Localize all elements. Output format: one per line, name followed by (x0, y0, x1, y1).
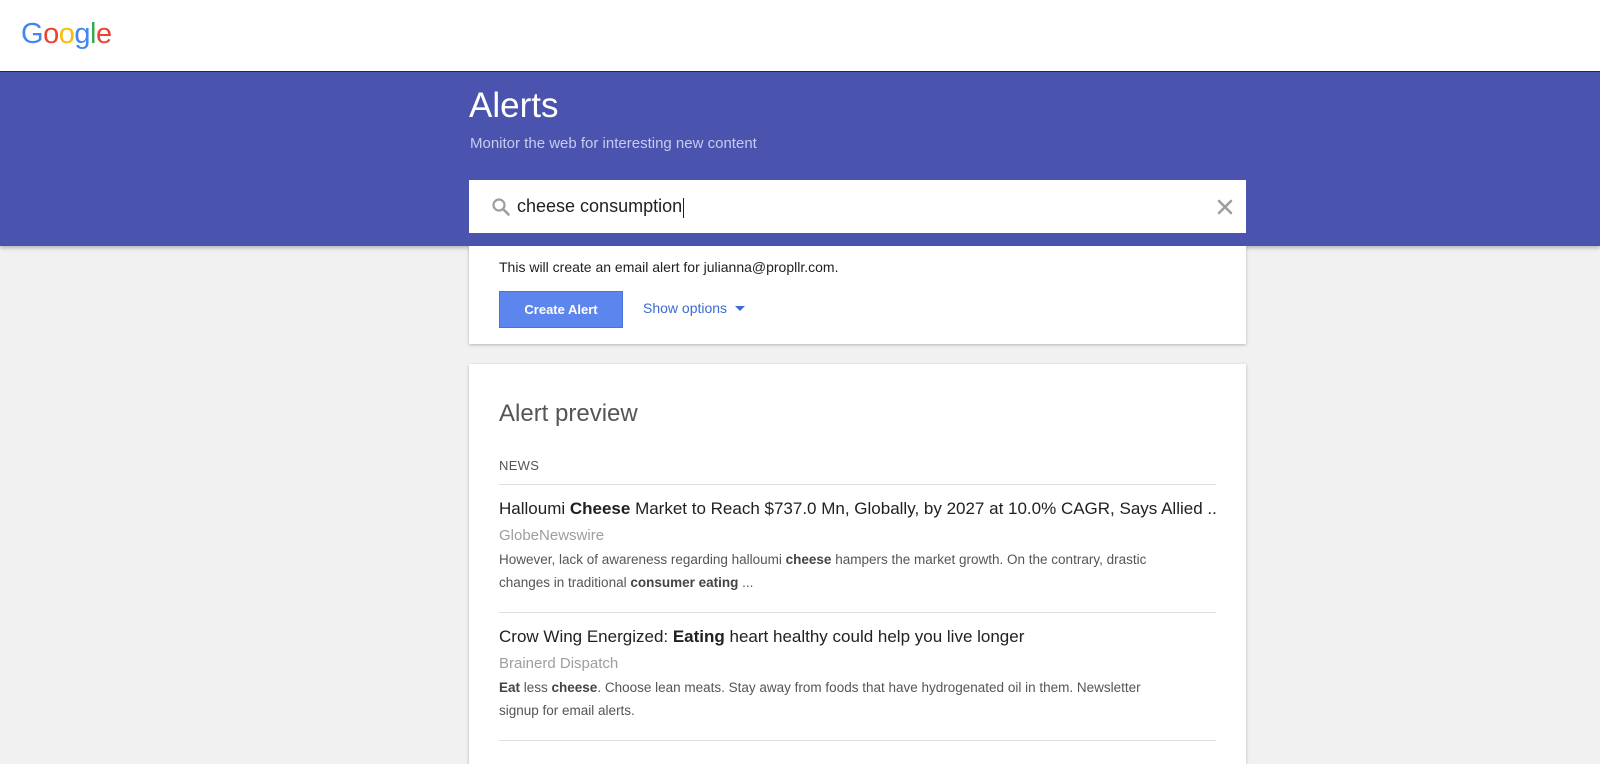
snippet-highlight: consumer eating (630, 575, 739, 590)
news-item-snippet: Eat less cheese. Choose lean meats. Stay… (499, 676, 1216, 722)
snippet-text: changes in traditional (499, 575, 631, 590)
show-options-link[interactable]: Show options (643, 300, 746, 316)
title-text: Halloumi (499, 499, 570, 518)
create-alert-card: This will create an email alert for juli… (469, 246, 1246, 344)
snippet-text: . Choose lean meats. Stay away from food… (597, 680, 1141, 695)
show-options-label: Show options (643, 300, 728, 316)
title-highlight: Cheese (569, 499, 631, 518)
page-subtitle: Monitor the web for interesting new cont… (470, 135, 757, 152)
snippet-highlight: cheese (551, 680, 598, 695)
email-alert-info: This will create an email alert for juli… (499, 259, 839, 275)
title-highlight: Eating (672, 627, 725, 646)
title-text: Crow Wing Energized: (499, 627, 673, 646)
title-text: Market to Reach $737.0 Mn, Globally, by … (630, 499, 1216, 518)
snippet-text: However, lack of awareness regarding hal… (499, 552, 786, 567)
logo-letter-e: e (95, 18, 112, 50)
divider (499, 484, 1216, 485)
alert-preview-card: Alert preview NEWS Halloumi Cheese Marke… (469, 364, 1246, 764)
snippet-text: ... (738, 575, 754, 590)
news-section-label: NEWS (499, 458, 540, 473)
google-logo[interactable]: Google (21, 18, 112, 51)
snippet-text: signup for email alerts. (499, 703, 635, 718)
search-icon (492, 198, 510, 216)
snippet-highlight: cheese (785, 552, 832, 567)
title-text: heart healthy could help you live longer (724, 627, 1025, 646)
create-alert-button[interactable]: Create Alert (499, 291, 623, 328)
close-icon[interactable] (1214, 196, 1236, 218)
news-item-snippet: However, lack of awareness regarding hal… (499, 548, 1216, 594)
news-item-title[interactable]: Crow Wing Energized: Eating heart health… (499, 627, 1216, 647)
top-bar: Google (0, 0, 1600, 72)
news-item-source: GlobeNewswire (499, 527, 605, 544)
search-input[interactable] (517, 190, 1197, 223)
text-cursor (683, 198, 685, 218)
news-item: Crow Wing Energized: Eating heart health… (499, 627, 1216, 722)
caret-down-icon (735, 305, 746, 311)
logo-letter-g1: G (21, 18, 44, 50)
search-box (469, 180, 1246, 233)
news-item-source: Brainerd Dispatch (499, 655, 619, 672)
logo-letter-g2: g (74, 18, 90, 50)
alerts-header: Alerts Monitor the web for interesting n… (0, 72, 1600, 246)
snippet-text: less (520, 680, 552, 695)
logo-letter-o2: o (58, 18, 75, 50)
news-item-title[interactable]: Halloumi Cheese Market to Reach $737.0 M… (499, 499, 1216, 519)
news-item: Halloumi Cheese Market to Reach $737.0 M… (499, 499, 1216, 594)
alert-preview-title: Alert preview (499, 400, 638, 427)
snippet-highlight: Eat (499, 680, 521, 695)
snippet-text: hampers the market growth. On the contra… (831, 552, 1147, 567)
divider (499, 612, 1216, 613)
page-title: Alerts (469, 86, 559, 125)
logo-letter-o1: o (43, 18, 59, 50)
